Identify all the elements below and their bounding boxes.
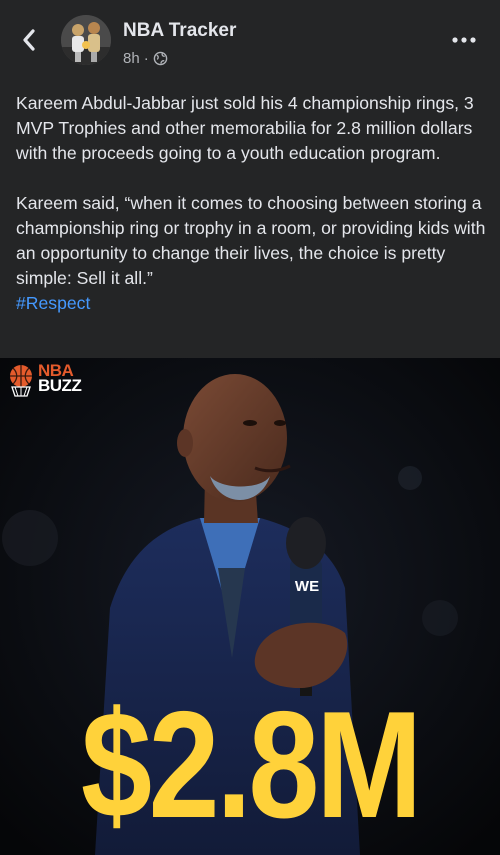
meta-separator: · bbox=[143, 50, 149, 67]
post-body: Kareem Abdul-Jabbar just sold his 4 cham… bbox=[16, 91, 486, 316]
headline-amount: $2.8M bbox=[80, 680, 422, 850]
globe-icon bbox=[153, 51, 167, 66]
chevron-left-icon bbox=[23, 29, 35, 51]
post-meta: 8h · bbox=[123, 50, 168, 67]
post-paragraph: Kareem Abdul-Jabbar just sold his 4 cham… bbox=[16, 93, 474, 163]
nba-buzz-logo: NBA BUZZ bbox=[6, 362, 82, 397]
more-options-button[interactable] bbox=[450, 30, 478, 50]
page-name[interactable]: NBA Tracker bbox=[123, 20, 236, 42]
back-button[interactable] bbox=[14, 22, 44, 58]
more-horizontal-icon bbox=[452, 37, 476, 43]
hashtag-link[interactable]: #Respect bbox=[16, 293, 90, 313]
page-avatar[interactable] bbox=[61, 15, 111, 65]
post-header: NBA Tracker 8h · bbox=[0, 0, 500, 80]
logo-buzz-text: BUZZ bbox=[38, 376, 82, 395]
basketball-hoop-icon bbox=[10, 365, 32, 397]
post-quote: Kareem said, “when it comes to choosing … bbox=[16, 193, 486, 288]
mic-label: WE bbox=[294, 578, 320, 595]
post-paragraph: Kareem said, “when it comes to choosing … bbox=[16, 191, 486, 316]
post-time[interactable]: 8h bbox=[123, 50, 140, 67]
